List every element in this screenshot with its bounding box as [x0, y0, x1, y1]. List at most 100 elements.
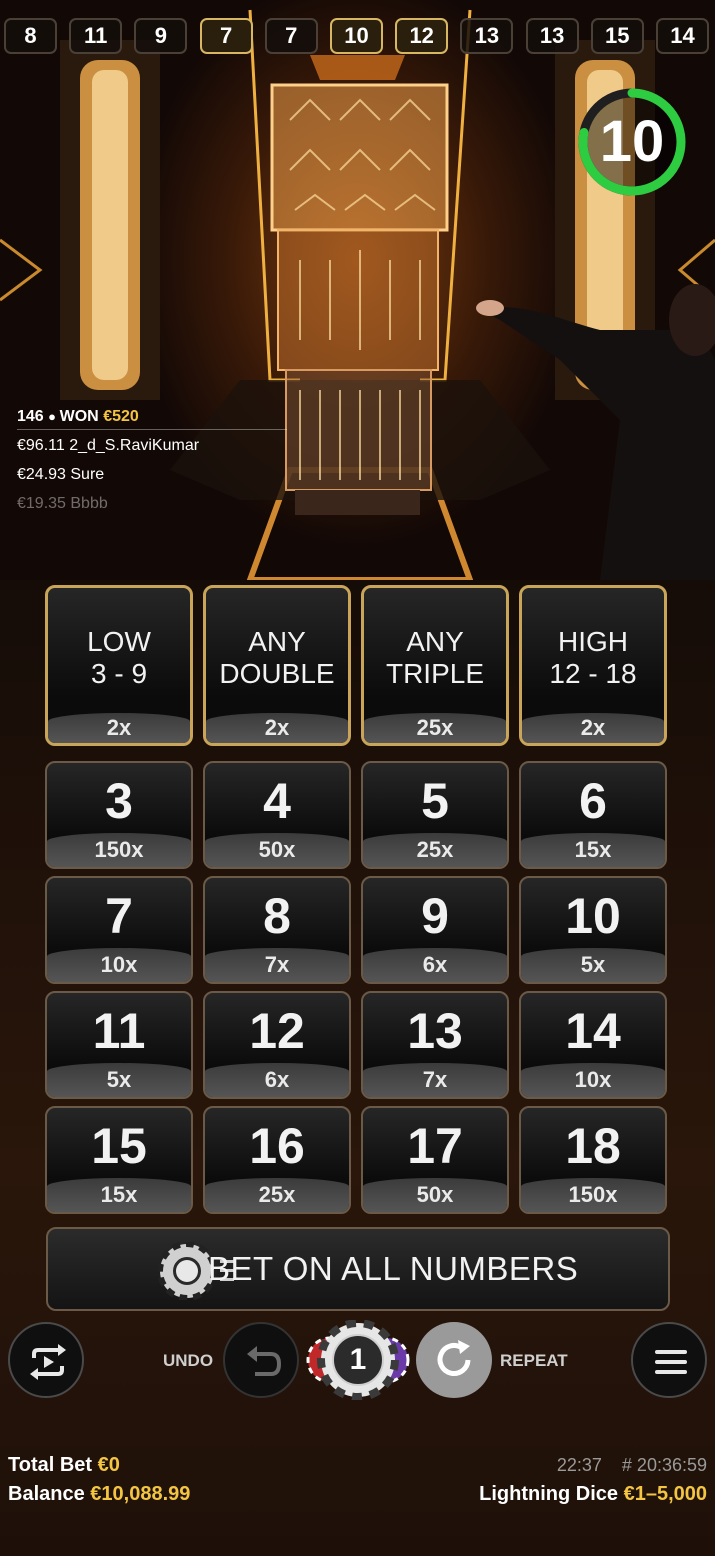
payout-label: 15x [521, 833, 665, 867]
bet-high-line2: 12 - 18 [549, 658, 637, 689]
bet-high-line1: HIGH [558, 626, 628, 657]
bet-number-4[interactable]: 4 50x [203, 761, 351, 869]
bet-number-18[interactable]: 18 150x [519, 1106, 667, 1214]
history-result: 7 [199, 18, 253, 54]
payout-label: 6x [363, 948, 507, 982]
bet-number-13[interactable]: 13 7x [361, 991, 509, 1099]
bet-number-16[interactable]: 16 25x [203, 1106, 351, 1214]
history-result: 8 [4, 18, 57, 54]
bet-on-all-numbers-label: BET ON ALL NUMBERS [208, 1250, 579, 1287]
bet-limits: €1–5,000 [623, 1483, 707, 1505]
game-name: Lightning Dice [479, 1483, 619, 1505]
footer-balance: Total Bet €0 Balance €10,088.99 [8, 1451, 190, 1509]
winners-header: 146 ● WON €520 [17, 404, 287, 430]
bet-low-line2: 3 - 9 [90, 658, 148, 689]
balance-label: Balance [8, 1483, 85, 1505]
winners-panel: 146 ● WON €520 €96.11 2_d_S.RaviKumar €2… [17, 404, 287, 517]
number-label: 4 [263, 773, 291, 829]
game-limits-line[interactable]: Lightning Dice €1–5,000 [479, 1480, 707, 1509]
bet-high[interactable]: HIGH 12 - 18 2x [519, 585, 667, 746]
payout-label: 5x [47, 1063, 191, 1097]
balance-line: Balance €10,088.99 [8, 1480, 190, 1509]
number-label: 3 [105, 773, 133, 829]
number-label: 17 [407, 1118, 463, 1174]
autoplay-icon [30, 1344, 66, 1380]
bet-number-6[interactable]: 6 15x [519, 761, 667, 869]
betting-board: LOW 3 - 9 2x ANY DOUBLE 2x ANY TRIPLE 25… [0, 580, 715, 1556]
game-meta-line: 22:37 # 20:36:59 [479, 1451, 707, 1480]
bet-number-9[interactable]: 9 6x [361, 876, 509, 984]
bet-any-double-line1: ANY [248, 626, 306, 657]
bet-number-14[interactable]: 14 10x [519, 991, 667, 1099]
repeat-button[interactable] [416, 1322, 492, 1398]
history-result: 9 [134, 18, 188, 54]
payout-label: 50x [363, 1178, 507, 1212]
clock-time: 22:37 [556, 1455, 602, 1475]
hamburger-menu-icon [655, 1350, 687, 1374]
total-bet-value: €0 [97, 1454, 120, 1476]
payout-label: 25x [363, 833, 507, 867]
bet-any-triple[interactable]: ANY TRIPLE 25x [361, 585, 509, 746]
bet-number-17[interactable]: 17 50x [361, 1106, 509, 1214]
number-label: 5 [421, 773, 449, 829]
undo-icon [247, 1346, 282, 1376]
bet-number-5[interactable]: 5 25x [361, 761, 509, 869]
menu-button[interactable] [631, 1322, 707, 1398]
history-result: 15 [590, 18, 644, 54]
payout-label: 10x [521, 1063, 665, 1097]
footer-game-info: 22:37 # 20:36:59 Lightning Dice €1–5,000 [479, 1451, 707, 1509]
number-label: 10 [565, 888, 621, 944]
number-label: 6 [579, 773, 607, 829]
winner-row: €24.93 Sure [17, 466, 105, 483]
bet-any-double-line2: DOUBLE [219, 658, 335, 689]
chip-value: 1 [349, 1343, 367, 1376]
number-label: 13 [407, 1003, 463, 1059]
number-label: 9 [421, 888, 449, 944]
number-label: 15 [91, 1118, 147, 1174]
repeat-icon [437, 1340, 471, 1376]
won-amount: €520 [103, 408, 139, 425]
history-result: 10 [330, 18, 383, 54]
bet-number-7[interactable]: 7 10x [45, 876, 193, 984]
undo-label: UNDO [163, 1351, 214, 1370]
payout-label: 6x [205, 1063, 349, 1097]
bet-low[interactable]: LOW 3 - 9 2x [45, 585, 193, 746]
payout-label: 2x [48, 713, 190, 743]
person-icon: ● [48, 409, 60, 424]
number-label: 18 [565, 1118, 621, 1174]
bet-number-11[interactable]: 11 5x [45, 991, 193, 1099]
undo-button[interactable] [223, 1322, 299, 1398]
bet-number-12[interactable]: 12 6x [203, 991, 351, 1099]
winner-row: €96.11 2_d_S.RaviKumar [17, 437, 200, 454]
bet-number-15[interactable]: 15 15x [45, 1106, 193, 1214]
round-id[interactable]: # 20:36:59 [622, 1455, 707, 1475]
number-label: 7 [105, 888, 133, 944]
number-label: 11 [92, 1003, 146, 1059]
bet-number-8[interactable]: 8 7x [203, 876, 351, 984]
bet-number-10[interactable]: 10 5x [519, 876, 667, 984]
payout-label: 15x [47, 1178, 191, 1212]
number-label: 14 [565, 1003, 621, 1059]
repeat-label: REPEAT [500, 1351, 568, 1370]
history-result: 12 [395, 18, 449, 54]
total-bet-line: Total Bet €0 [8, 1451, 190, 1480]
bet-any-double[interactable]: ANY DOUBLE 2x [203, 585, 351, 746]
history-result: 11 [69, 18, 123, 54]
history-result: 13 [460, 18, 514, 54]
payout-label: 10x [47, 948, 191, 982]
balance-value: €10,088.99 [90, 1483, 191, 1505]
results-history-strip: 8 11 9 7 7 10 12 13 13 15 14 [0, 14, 715, 58]
chip-selector[interactable]: 1 [306, 1319, 410, 1401]
history-result: 7 [264, 18, 318, 54]
bet-number-3[interactable]: 3 150x [45, 761, 193, 869]
payout-label: 150x [521, 1178, 665, 1212]
payout-label: 25x [205, 1178, 349, 1212]
history-result: 14 [656, 18, 709, 54]
number-label: 16 [249, 1118, 305, 1174]
bet-on-all-numbers-button[interactable]: BET ON ALL NUMBERS [46, 1227, 670, 1311]
autoplay-button[interactable] [8, 1322, 84, 1398]
payout-label: 5x [521, 948, 665, 982]
live-video-feed: 8 11 9 7 7 10 12 13 13 15 14 10 146 ● WON €520 €96… [0, 0, 715, 580]
bet-any-triple-line1: ANY [406, 626, 464, 657]
winners-count: 146 [17, 408, 44, 425]
